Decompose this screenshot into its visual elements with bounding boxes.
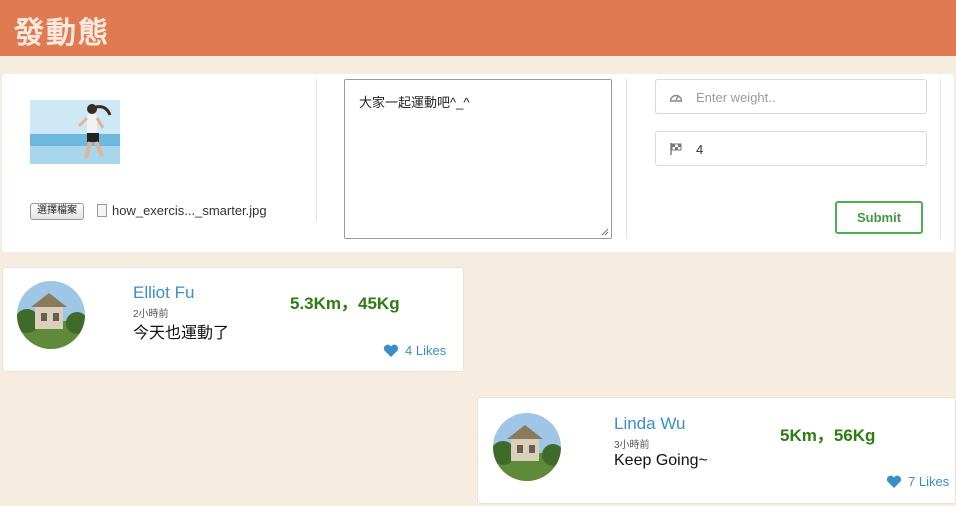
- post-stats: 5.3Km，45Kg: [290, 294, 400, 313]
- post-time: 3小時前: [614, 440, 650, 451]
- post-text-input[interactable]: 大家一起運動吧^_^: [344, 79, 612, 239]
- uploaded-photo-preview: [30, 100, 120, 164]
- weight-input[interactable]: Enter weight..: [655, 79, 927, 114]
- divider: [626, 79, 627, 239]
- heart-icon: [383, 344, 399, 357]
- post-composer: 選擇檔案 how_exercis..._smarter.jpg 大家一起運動吧^…: [2, 74, 954, 252]
- distance-value: 4: [696, 142, 704, 157]
- avatar[interactable]: [17, 281, 85, 349]
- post-message: 今天也運動了: [133, 325, 230, 342]
- post-text-value: 大家一起運動吧^_^: [359, 95, 470, 110]
- like-button[interactable]: 7 Likes: [886, 474, 949, 489]
- choose-file-button[interactable]: 選擇檔案: [30, 203, 84, 220]
- flag-icon: [670, 143, 682, 155]
- divider: [316, 79, 317, 221]
- resize-handle-icon[interactable]: [601, 228, 609, 236]
- dashboard-icon: [669, 94, 683, 102]
- distance-input[interactable]: 4: [655, 131, 927, 166]
- post-author-name[interactable]: Elliot Fu: [133, 283, 194, 303]
- post-stats: 5Km，56Kg: [780, 426, 876, 445]
- likes-count: 4 Likes: [405, 343, 447, 358]
- post-time: 2小時前: [133, 309, 169, 320]
- avatar[interactable]: [493, 413, 561, 481]
- weight-placeholder: Enter weight..: [696, 90, 776, 105]
- likes-count: 7 Likes: [908, 474, 950, 489]
- divider: [940, 79, 941, 239]
- app-header: 發動態: [0, 0, 956, 56]
- selected-file-name: how_exercis..._smarter.jpg: [112, 203, 267, 218]
- post-message: Keep Going~: [614, 452, 708, 469]
- post-card: Elliot Fu 2小時前 今天也運動了 5.3Km，45Kg 4 Likes: [2, 267, 464, 372]
- post-author-name[interactable]: Linda Wu: [614, 414, 686, 434]
- file-icon: [97, 204, 107, 217]
- page-title: 發動態: [14, 16, 110, 51]
- submit-button[interactable]: Submit: [835, 201, 923, 234]
- heart-icon: [886, 475, 902, 488]
- like-button[interactable]: 4 Likes: [383, 343, 446, 358]
- post-card: Linda Wu 3小時前 Keep Going~ 5Km，56Kg 7 Lik…: [477, 397, 956, 504]
